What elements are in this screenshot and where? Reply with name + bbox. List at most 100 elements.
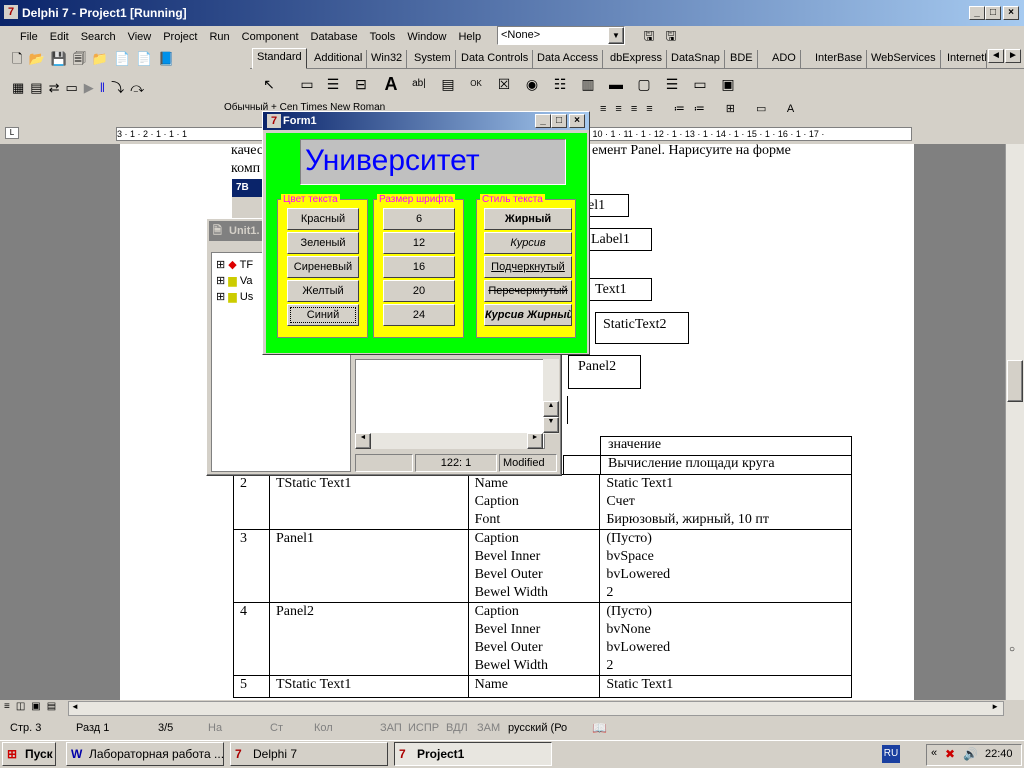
tab-stop-icon[interactable]: L [5,127,19,139]
tab-scroll-left-icon[interactable]: ◄ [988,49,1004,63]
tab-additional[interactable]: Additional [310,50,368,68]
scroll-down-icon[interactable]: ▼ [543,417,559,433]
checkbox-icon[interactable]: ☒ [493,72,515,96]
menu-search[interactable]: Search [75,27,122,47]
tab-internetex[interactable]: InternetEx [943,50,987,68]
menu-file[interactable]: File [14,27,44,47]
label-icon[interactable]: A [380,72,402,96]
editor-vscroll[interactable]: ▲ ▼ [543,359,559,434]
style-underline-button[interactable]: Подчеркнутый [484,256,572,278]
view-mode-icons[interactable]: ≡◫▣▤ [4,701,62,712]
tab-system[interactable]: System [410,50,456,68]
style-bold-button[interactable]: Жирный [484,208,572,230]
form1-minimize-button[interactable]: _ [535,114,551,128]
chevron-down-icon[interactable]: ▼ [608,27,624,44]
radiobutton-icon[interactable]: ◉ [521,72,543,96]
start-button[interactable]: ⊞ Пуск [2,742,56,766]
tray-arrow-icon[interactable]: « [931,747,937,759]
tree-item[interactable]: ⊞ ▆ Us [216,289,253,305]
size-24-button[interactable]: 24 [383,304,455,326]
edit-icon[interactable]: ab| [408,72,430,96]
menu-run[interactable]: Run [203,27,235,47]
tab-interbase[interactable]: InterBase [811,50,868,68]
style-strikeout-button[interactable]: Перечеркнутый [484,280,572,302]
new-form-icon[interactable]: ▭ [66,80,84,96]
tab-data-controls[interactable]: Data Controls [457,50,534,68]
style-bold-italic-button[interactable]: Курсив Жирный [484,304,572,326]
size-20-button[interactable]: 20 [383,280,455,302]
style-italic-button[interactable]: Курсив [484,232,572,254]
pointer-icon[interactable]: ↖ [258,72,280,96]
memo-icon[interactable]: ▤ [437,72,459,96]
pause-icon[interactable]: ‖ [100,80,111,95]
volume-icon[interactable]: 🔊 [963,747,978,761]
combobox-icon[interactable]: ▥ [577,72,599,96]
color-green-button[interactable]: Зеленый [287,232,359,254]
scroll-right-icon[interactable]: ► [527,433,543,449]
maximize-button[interactable]: □ [985,6,1001,20]
mainmenu-icon[interactable]: ☰ [322,72,344,96]
panel-icon[interactable]: ▭ [689,72,711,96]
tree-item[interactable]: ⊞ ◆ TF [216,257,253,273]
form1-maximize-button[interactable]: □ [551,114,567,128]
view-form-icon[interactable]: ▤ [30,80,48,96]
network-icon[interactable]: ✖ [945,747,955,761]
run-icon[interactable]: ▶ [84,80,100,96]
status-trk[interactable]: ИСПР [402,719,439,739]
open-project-icon[interactable]: 📁 [92,51,114,67]
status-ext[interactable]: ВДЛ [440,719,468,739]
tab-bde[interactable]: BDE [726,50,758,68]
menu-component[interactable]: Component [236,27,305,47]
scroll-thumb[interactable] [1007,360,1023,402]
add-file-icon[interactable]: 📄 [114,51,136,67]
browse-icon[interactable]: ○ [1009,644,1015,655]
help-icon[interactable]: 📘 [158,51,180,67]
horizontal-scrollbar[interactable]: ◄ ► [68,701,1004,716]
tab-ado[interactable]: ADO [768,50,801,68]
scroll-right-icon[interactable]: ► [991,702,999,711]
menu-project[interactable]: Project [157,27,203,47]
trace-into-icon[interactable]: ⤵ [111,77,130,96]
step-over-icon[interactable]: ⤼ [130,80,150,96]
taskbar-item-word[interactable]: W Лабораторная работа ... [66,742,224,766]
button-icon[interactable]: OK [465,72,487,96]
form1-close-button[interactable]: × [569,114,585,128]
size-12-button[interactable]: 12 [383,232,455,254]
tab-data-access[interactable]: Data Access [533,50,604,68]
component-select[interactable]: <None> ▼ [497,26,625,45]
toggle-icon[interactable]: ⇄ [49,80,66,96]
size-6-button[interactable]: 6 [383,208,455,230]
scrollbar-icon[interactable]: ▬ [605,72,627,96]
save-all-icon[interactable]: 🗐 [73,50,92,72]
tab-dbexpress[interactable]: dbExpress [606,50,667,68]
frames-icon[interactable]: ▭ [296,72,318,96]
size-16-button[interactable]: 16 [383,256,455,278]
tab-webservices[interactable]: WebServices [867,50,941,68]
menu-view[interactable]: View [122,27,158,47]
popupmenu-icon[interactable]: ⊟ [350,72,372,96]
taskbar-item-project1[interactable]: 7 Project1 [394,742,552,766]
menu-tools[interactable]: Tools [364,27,402,47]
spelling-status-icon[interactable]: 📖 [586,719,607,739]
view-unit-icon[interactable]: ▦ [12,80,30,96]
menu-window[interactable]: Window [401,27,452,47]
close-button[interactable]: × [1003,6,1019,20]
editor-hscroll[interactable]: ◄ ► [355,433,543,449]
status-ovr[interactable]: ЗАМ [471,719,500,739]
scroll-left-icon[interactable]: ◄ [71,702,79,711]
vertical-scrollbar[interactable]: ○ [1005,144,1024,700]
color-blue-button[interactable]: Синий [287,304,359,326]
tab-scroll-right-icon[interactable]: ► [1005,49,1021,63]
tab-datasnap[interactable]: DataSnap [667,50,725,68]
color-yellow-button[interactable]: Желтый [287,280,359,302]
radiogroup-icon[interactable]: ☰ [661,72,683,96]
scroll-left-icon[interactable]: ◄ [355,433,371,449]
desktop-save-icon[interactable]: 🖫 [640,27,658,45]
menu-edit[interactable]: Edit [44,27,75,47]
save-icon[interactable]: 💾 [51,51,73,67]
scroll-up-icon[interactable]: ▲ [543,401,559,417]
menu-help[interactable]: Help [452,27,487,47]
color-lilac-button[interactable]: Сиреневый [287,256,359,278]
taskbar-item-delphi[interactable]: 7 Delphi 7 [230,742,388,766]
color-red-button[interactable]: Красный [287,208,359,230]
